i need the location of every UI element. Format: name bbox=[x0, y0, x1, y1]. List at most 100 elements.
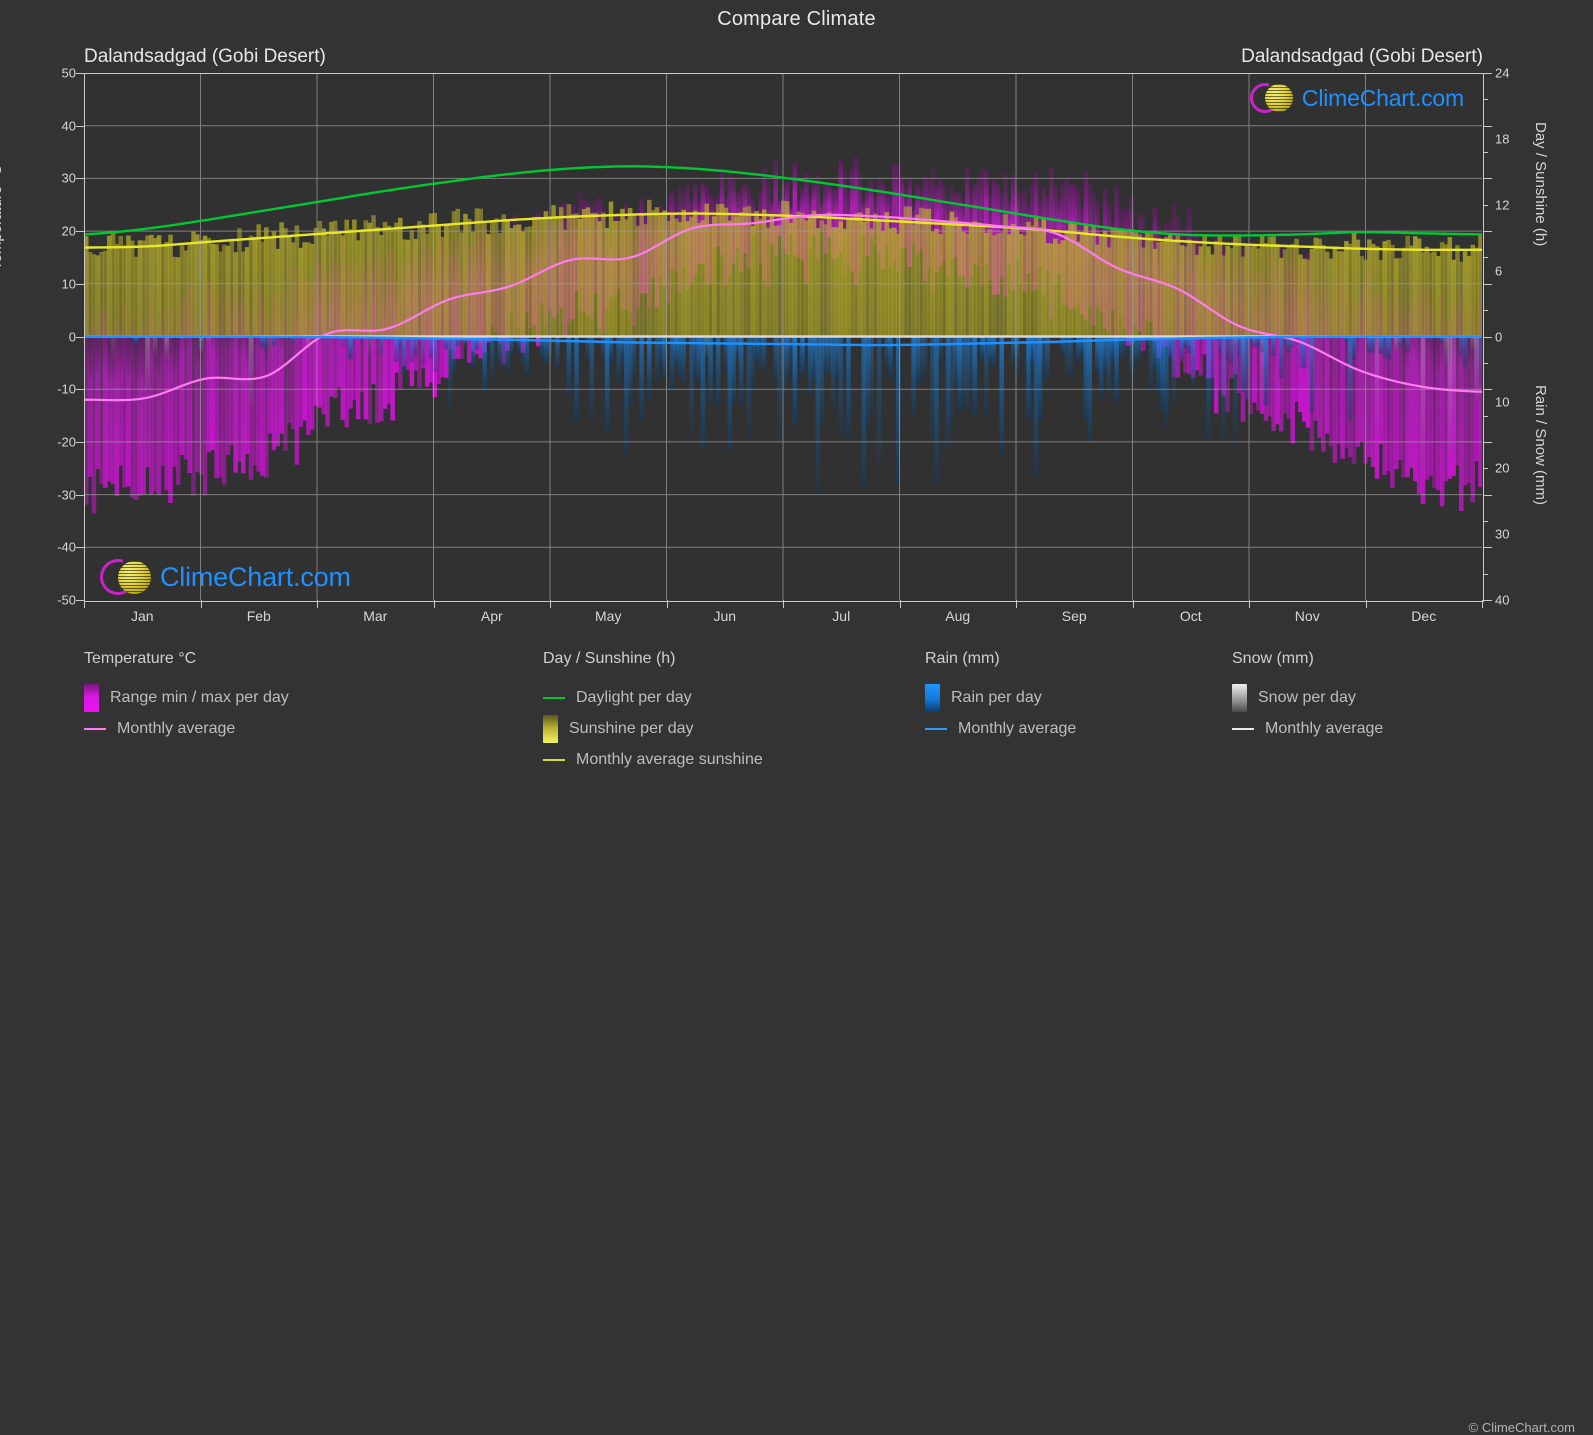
brand-wordmark: ClimeChart.com bbox=[160, 561, 351, 592]
swatch-daylight-icon bbox=[543, 696, 565, 699]
legend-group-rain: Rain (mm) Rain per day Monthly average bbox=[925, 650, 1076, 744]
legend-group-day-sunshine: Day / Sunshine (h) Daylight per day Suns… bbox=[543, 650, 763, 775]
legend-label-temp-range: Range min / max per day bbox=[110, 688, 289, 706]
y-tick-rain-snow: 10 bbox=[1495, 394, 1510, 410]
y-axis-left-tick-mark bbox=[76, 336, 85, 338]
y-axis-left-tick-mark bbox=[76, 125, 85, 127]
legend-item-daylight[interactable]: Daylight per day bbox=[543, 682, 763, 713]
legend-item-sunshine[interactable]: Sunshine per day bbox=[543, 713, 763, 744]
y-tick-day-sunshine: 0 bbox=[1495, 329, 1503, 344]
y-axis-right-tick-mark bbox=[1483, 389, 1492, 391]
x-tick-dec: Dec bbox=[1411, 608, 1437, 624]
x-tick-jan: Jan bbox=[130, 608, 154, 624]
brand-logo-watermark-large: ClimeChart.com bbox=[93, 552, 351, 600]
y-tick-temperature: 30 bbox=[61, 170, 76, 186]
y-axis-right-tick-mark bbox=[1483, 573, 1488, 575]
y-axis-left-tick-mark bbox=[76, 178, 85, 180]
y-axis-right-tick-mark bbox=[1483, 231, 1492, 233]
y-axis-right-tick-mark bbox=[1483, 520, 1488, 522]
legend-label-daylight: Daylight per day bbox=[576, 688, 692, 706]
y-axis-right-tick-mark bbox=[1483, 125, 1492, 127]
x-axis-tick-mark bbox=[1016, 600, 1017, 608]
y-axis-right-tick-mark bbox=[1483, 99, 1488, 101]
y-tick-temperature: -30 bbox=[57, 487, 76, 503]
legend-heading-temperature: Temperature °C bbox=[84, 650, 197, 667]
x-axis-tick-mark bbox=[550, 600, 551, 608]
y-axis-left: 50 40 30 20 10 0 -10 -20 -30 -40 -50 bbox=[28, 66, 76, 608]
legend-label-rain-average: Monthly average bbox=[958, 719, 1077, 737]
y-tick-temperature: 0 bbox=[68, 329, 76, 344]
y-axis-right-tick-mark bbox=[1483, 257, 1488, 259]
x-tick-may: May bbox=[595, 608, 622, 624]
y-tick-rain-snow: 30 bbox=[1495, 526, 1510, 542]
legend-item-snow-average[interactable]: Monthly average bbox=[1232, 713, 1383, 744]
y-axis-left-tick-mark bbox=[76, 389, 85, 391]
y-tick-rain-snow: 20 bbox=[1495, 460, 1510, 476]
legend-item-snow-per-day[interactable]: Snow per day bbox=[1232, 682, 1383, 713]
y-tick-day-sunshine: 12 bbox=[1495, 197, 1510, 213]
legend-item-temp-average[interactable]: Monthly average bbox=[84, 713, 289, 744]
y-tick-day-sunshine: 24 bbox=[1495, 65, 1510, 81]
chart-plot-area[interactable]: ClimeChart.com ClimeChart.com bbox=[84, 73, 1482, 600]
y-axis-right-tick-mark bbox=[1483, 441, 1492, 443]
legend-item-rain-average[interactable]: Monthly average bbox=[925, 713, 1076, 744]
y-axis-right: 24 18 12 6 0 10 20 30 40 bbox=[1495, 66, 1535, 608]
y-axis-left-tick-mark bbox=[76, 283, 85, 285]
x-tick-feb: Feb bbox=[246, 608, 271, 624]
y-axis-right-title-bottom: Rain / Snow (mm) bbox=[1532, 385, 1549, 506]
y-axis-right-tick-mark bbox=[1483, 152, 1488, 154]
y-axis-right-tick-mark bbox=[1483, 468, 1488, 470]
y-axis-right-tick-mark bbox=[1483, 178, 1492, 180]
x-tick-jun: Jun bbox=[713, 608, 737, 624]
station-label-left: Dalandsadgad (Gobi Desert) bbox=[84, 46, 326, 67]
y-tick-temperature: -50 bbox=[57, 592, 76, 608]
y-axis-right-tick-mark bbox=[1483, 494, 1492, 496]
x-tick-sep: Sep bbox=[1061, 608, 1087, 624]
chart-canvas bbox=[84, 73, 1482, 600]
legend-label-snow-per-day: Snow per day bbox=[1258, 688, 1356, 706]
swatch-rain-average-icon bbox=[925, 727, 947, 730]
y-axis-right-tick-mark bbox=[1483, 415, 1488, 417]
legend-item-rain-per-day[interactable]: Rain per day bbox=[925, 682, 1076, 713]
swatch-temp-average-icon bbox=[84, 727, 106, 730]
x-axis-tick-mark bbox=[899, 600, 901, 608]
y-tick-temperature: 10 bbox=[61, 276, 76, 292]
y-axis-left-tick-mark bbox=[76, 73, 85, 74]
legend-heading-day-sunshine: Day / Sunshine (h) bbox=[543, 650, 676, 667]
swatch-sunshine-icon bbox=[543, 714, 558, 743]
y-axis-left-tick-mark bbox=[76, 231, 85, 233]
copyright-notice: © ClimeChart.com bbox=[1468, 1420, 1575, 1435]
y-axis-right-tick-mark bbox=[1483, 73, 1492, 74]
legend-item-temp-range[interactable]: Range min / max per day bbox=[84, 682, 289, 713]
brand-logo-watermark-small: ClimeChart.com bbox=[1244, 77, 1464, 119]
x-axis-tick-mark bbox=[666, 600, 668, 608]
y-axis-left-title: Temperature °C bbox=[0, 164, 5, 270]
x-tick-mar: Mar bbox=[363, 608, 388, 624]
page-title: Compare Climate bbox=[717, 8, 876, 30]
x-axis-tick-mark bbox=[84, 600, 85, 608]
y-tick-temperature: 20 bbox=[61, 223, 76, 239]
y-tick-temperature: -10 bbox=[57, 381, 76, 397]
swatch-snow-average-icon bbox=[1232, 727, 1254, 730]
swatch-sunshine-average-icon bbox=[543, 758, 565, 761]
legend-label-snow-average: Monthly average bbox=[1265, 719, 1384, 737]
x-axis-tick-mark bbox=[783, 600, 784, 608]
y-tick-temperature: 50 bbox=[61, 65, 76, 81]
brand-wordmark-small: ClimeChart.com bbox=[1301, 84, 1464, 111]
y-axis-right-tick-mark bbox=[1483, 336, 1492, 338]
y-axis-left-tick-mark bbox=[76, 547, 85, 549]
x-axis-tick-mark bbox=[1132, 600, 1134, 608]
swatch-temp-range-icon bbox=[84, 683, 99, 712]
x-tick-jul: Jul bbox=[832, 608, 851, 624]
y-axis-right-tick-mark bbox=[1483, 362, 1488, 364]
y-tick-rain-snow: 40 bbox=[1495, 592, 1510, 608]
y-axis-left-tick-mark bbox=[76, 441, 85, 443]
y-axis-right-tick-mark bbox=[1483, 600, 1492, 601]
x-tick-apr: Apr bbox=[480, 608, 503, 624]
x-axis-tick-mark bbox=[1482, 600, 1483, 608]
climechart-logo-icon-small bbox=[1244, 77, 1298, 119]
legend-group-snow: Snow (mm) Snow per day Monthly average bbox=[1232, 650, 1383, 744]
x-tick-oct: Oct bbox=[1179, 608, 1202, 624]
legend-item-sunshine-average[interactable]: Monthly average sunshine bbox=[543, 744, 763, 775]
y-axis-right-tick-mark bbox=[1483, 310, 1488, 312]
